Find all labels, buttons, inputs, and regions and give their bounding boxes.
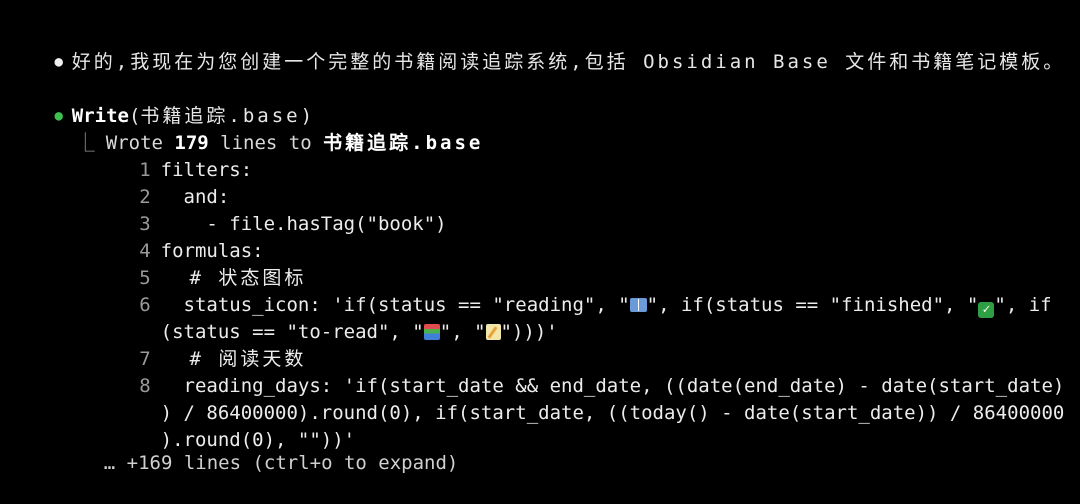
code-text: ", if(status == "finished", ": [646, 294, 979, 316]
message-bullet: ●: [54, 54, 63, 70]
terminal-window: ● 好的,我现在为您创建一个完整的书籍阅读追踪系统,包括 Obsidian Bas…: [0, 0, 1080, 474]
message-text: 好的,我现在为您创建一个完整的书籍阅读追踪系统,包括 Obsidian Base…: [71, 51, 1066, 73]
expand-hint[interactable]: … +169 lines (ctrl+o to expand): [58, 423, 459, 504]
code-text: ")))': [500, 321, 558, 343]
memo-icon: [485, 324, 501, 340]
book-open-icon: [629, 298, 647, 312]
code-text: ", if: [994, 294, 1052, 316]
check-mark-button-icon: ✓: [978, 302, 995, 318]
code-text: ", ": [439, 321, 486, 343]
result-filename: 书籍追踪.base: [323, 132, 484, 154]
books-icon: [423, 324, 440, 340]
